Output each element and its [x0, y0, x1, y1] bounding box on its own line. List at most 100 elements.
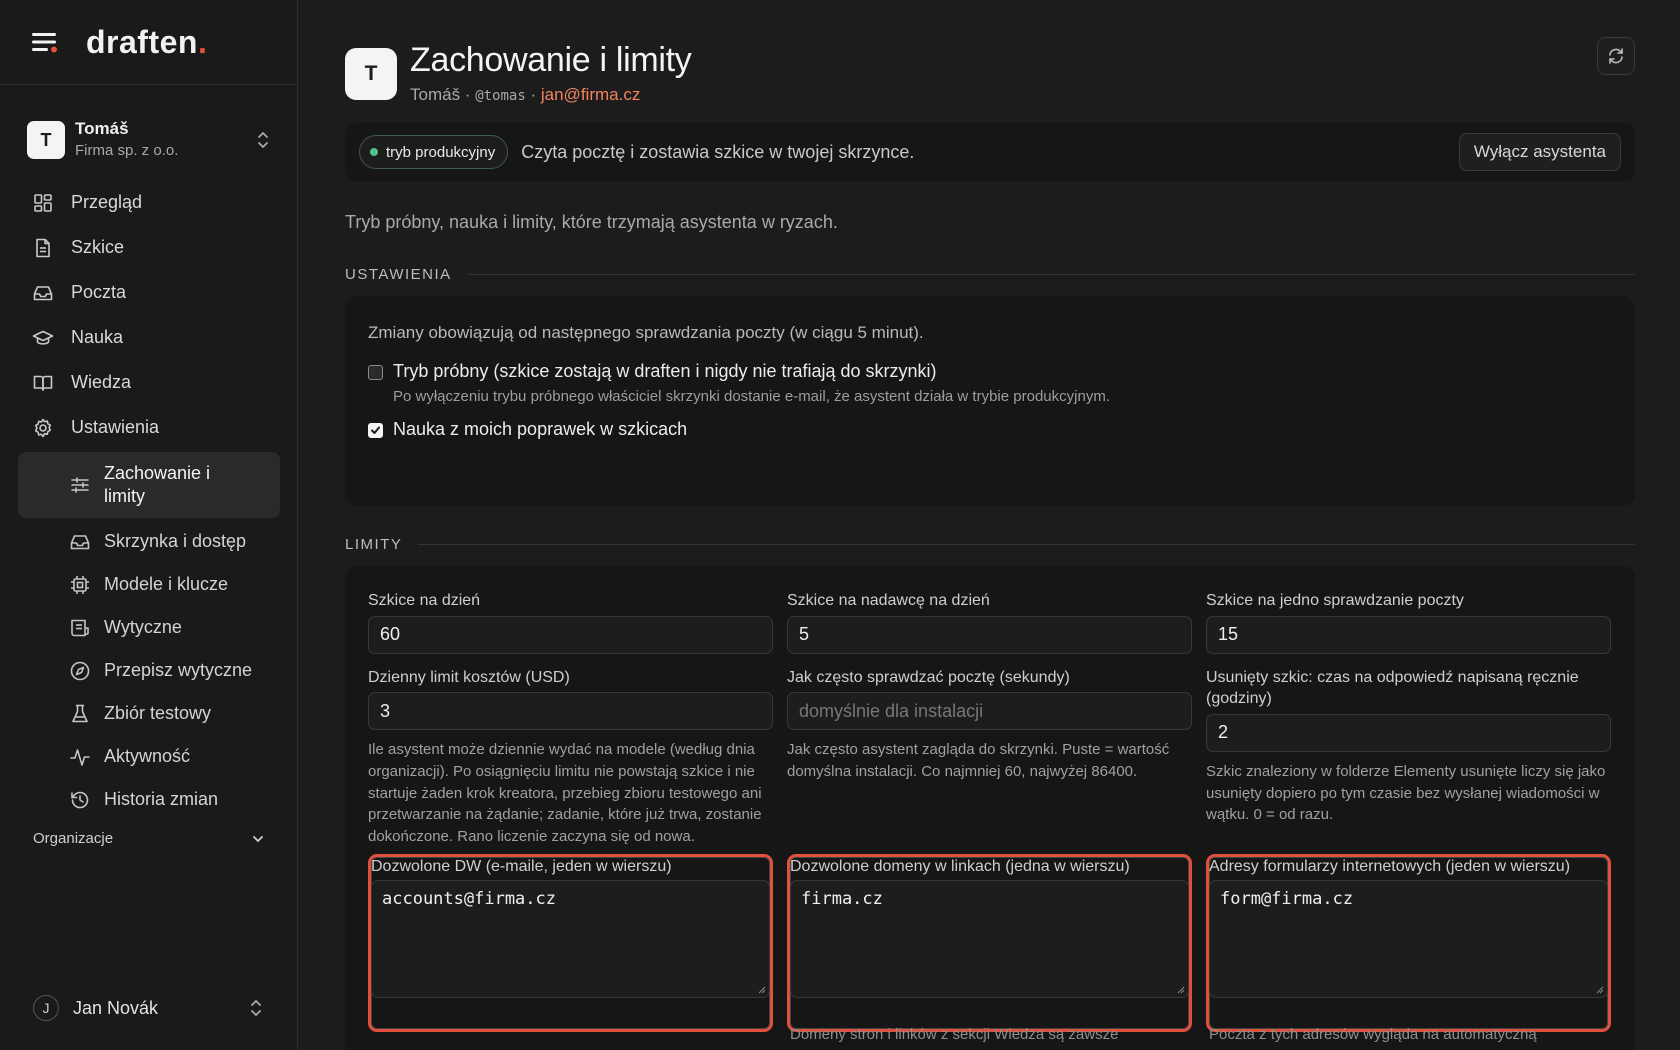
flask-icon	[72, 704, 88, 722]
web-forms-textarea[interactable]: form@firma.cz	[1209, 879, 1608, 998]
sidebar-item-label: Szkice	[71, 237, 125, 257]
sidebar-subitem-aktywnosc[interactable]: Aktywność	[18, 735, 280, 778]
page-header: T Zachowanie i limity Tomáš · @tomas · j…	[345, 40, 692, 105]
trial-mode-checkbox[interactable]	[368, 365, 383, 381]
inbox-icon	[33, 285, 53, 300]
sidebar-item-label: Zachowanie i limity	[104, 462, 211, 506]
sidebar-item-poczta[interactable]: Poczta	[18, 270, 280, 315]
settings-card: Zmiany obowiązują od następnego sprawdza…	[345, 296, 1635, 506]
menu-icon[interactable]	[32, 30, 60, 54]
field-label: Jak często sprawdzać pocztę (sekundy)	[787, 668, 1070, 686]
resize-grip-icon[interactable]	[1596, 986, 1604, 994]
status-badge: tryb produkcyjny	[359, 135, 509, 169]
account-avatar: T	[27, 121, 65, 159]
sidebar-item-label: Przepisz wytyczne	[104, 660, 253, 680]
resize-grip-icon[interactable]	[1177, 986, 1185, 994]
section-settings-title: USTAWIENIA	[345, 266, 1635, 283]
field-label: Dozwolone domeny w linkach (jedna w wier…	[790, 857, 1130, 875]
divider	[418, 544, 1635, 545]
section-title-label: LIMITY	[345, 536, 403, 553]
checkmark-icon	[371, 426, 380, 435]
limits-grid: Szkice na dzień 60 Dzienny limit kosztów…	[368, 590, 1612, 861]
user-name: Jan Novák	[73, 997, 159, 1018]
account-org: Firma sp. z o.o.	[75, 142, 179, 160]
drafts-per-sender-input[interactable]: 5	[787, 615, 1192, 654]
textarea-value: accounts@firma.cz	[382, 888, 556, 909]
sidebar-item-nauka[interactable]: Nauka	[18, 315, 280, 360]
learning-label[interactable]: Nauka z moich poprawek w szkicach	[393, 419, 687, 440]
sidebar-item-ustawienia[interactable]: Ustawienia	[18, 405, 280, 450]
account-switcher[interactable]: T Tomáš Firma sp. z o.o.	[27, 115, 272, 165]
chevron-down-icon	[253, 835, 263, 842]
graduation-cap-icon	[32, 330, 54, 345]
sidebar-item-przeglad[interactable]: Przegląd	[18, 180, 280, 225]
organizations-toggle[interactable]: Organizacje	[33, 830, 265, 847]
allowed-bcc-field: Dozwolone DW (e-maile, jeden w wierszu) …	[368, 853, 773, 1032]
field-label: Usunięty szkic: czas na odpowiedź napisa…	[1206, 668, 1579, 708]
profile-email-link[interactable]: jan@firma.cz	[541, 85, 640, 104]
settings-subnav: Zachowanie i limity Skrzynka i dostęp Mo…	[18, 452, 280, 821]
sidebar-item-label: Zbiór testowy	[104, 703, 212, 723]
chevron-up-down-icon	[251, 1000, 261, 1016]
allowed-domains-field: Dozwolone domeny w linkach (jedna w wier…	[787, 853, 1192, 1043]
profile-avatar: T	[345, 48, 397, 100]
field-label: Szkice na nadawcę na dzień	[787, 592, 990, 609]
field-label: Dzienny limit kosztów (USD)	[368, 668, 570, 686]
poll-interval-input[interactable]: domyślnie dla instalacji	[787, 692, 1192, 731]
sidebar-item-szkice[interactable]: Szkice	[18, 225, 280, 270]
poll-interval-field: Jak często sprawdzać pocztę (sekundy) do…	[787, 667, 1192, 783]
sidebar-item-wiedza[interactable]: Wiedza	[18, 360, 280, 405]
sidebar-item-label: Poczta	[71, 282, 127, 302]
organizations-label: Organizacje	[33, 830, 114, 847]
sidebar-item-label: Przegląd	[71, 192, 143, 212]
mode-description: Czyta pocztę i zostawia szkice w twojej …	[521, 141, 915, 162]
trial-mode-label[interactable]: Tryb próbny (szkice zostają w draften i …	[393, 361, 1110, 382]
sidebar-item-label: Skrzynka i dostęp	[104, 531, 247, 551]
sidebar-item-label: Nauka	[71, 327, 124, 347]
trial-mode-row: Tryb próbny (szkice zostają w draften i …	[368, 361, 1612, 405]
section-title-label: USTAWIENIA	[345, 266, 452, 283]
refresh-icon	[1609, 48, 1623, 64]
sidebar-subitem-modele[interactable]: Modele i klucze	[18, 563, 280, 606]
separator: ·	[460, 84, 476, 104]
deleted-draft-input[interactable]: 2	[1206, 713, 1611, 752]
mode-bar: tryb produkcyjny Czyta pocztę i zostawia…	[345, 123, 1635, 181]
logo[interactable]: draften.	[86, 24, 207, 61]
user-menu[interactable]: J Jan Novák	[33, 992, 265, 1024]
sidebar-subitem-przepisz[interactable]: Przepisz wytyczne	[18, 649, 280, 692]
sidebar-subitem-wytyczne[interactable]: Wytyczne	[18, 606, 280, 649]
sidebar: draften. T Tomáš Firma sp. z o.o. Przegl…	[0, 0, 298, 1050]
field-help: Szkic znaleziony w folderze Elementy usu…	[1206, 762, 1606, 824]
allowed-bcc-textarea[interactable]: accounts@firma.cz	[371, 879, 770, 998]
user-avatar: J	[33, 995, 59, 1021]
list-icon	[71, 619, 89, 636]
learning-checkbox[interactable]	[368, 423, 383, 439]
drafts-per-check-field: Szkice na jedno sprawdzanie poczty 15	[1206, 590, 1611, 654]
settings-notice: Zmiany obowiązują od następnego sprawdza…	[368, 323, 924, 342]
sidebar-subitem-zbior[interactable]: Zbiór testowy	[18, 692, 280, 735]
field-help: Domeny stron i linków z sekcji Wiedza są…	[790, 1025, 1119, 1043]
field-label: Adresy formularzy internetowych (jeden w…	[1209, 857, 1571, 875]
sidebar-subitem-historia[interactable]: Historia zmian	[18, 778, 280, 821]
sliders-icon	[71, 477, 89, 493]
drafts-per-day-input[interactable]: 60	[368, 615, 773, 654]
sidebar-subitem-skrzynka[interactable]: Skrzynka i dostęp	[18, 520, 280, 563]
profile-name: Tomáš	[410, 84, 461, 104]
disable-assistant-button[interactable]: Wyłącz asystenta	[1458, 133, 1621, 171]
drafts-per-check-input[interactable]: 15	[1206, 615, 1611, 654]
resize-grip-icon[interactable]	[758, 986, 766, 994]
activity-icon	[70, 748, 90, 766]
field-help: Poczta z tych adresów wygląda na automat…	[1209, 1025, 1537, 1043]
compass-icon	[70, 661, 90, 680]
separator: ·	[525, 84, 541, 104]
refresh-button[interactable]	[1597, 37, 1635, 75]
page-title: Zachowanie i limity	[410, 41, 692, 79]
inbox-icon	[70, 534, 90, 549]
allowed-domains-textarea[interactable]: firma.cz	[790, 879, 1189, 998]
learning-row: Nauka z moich poprawek w szkicach	[368, 419, 1612, 440]
cost-limit-input[interactable]: 3	[368, 692, 773, 731]
sidebar-nav: Przegląd Szkice Poczta Nauka Wiedza Usta…	[18, 180, 280, 821]
divider	[467, 274, 1635, 275]
sidebar-subitem-zachowanie[interactable]: Zachowanie i limity	[18, 452, 280, 518]
chevron-up-down-icon	[258, 132, 268, 148]
